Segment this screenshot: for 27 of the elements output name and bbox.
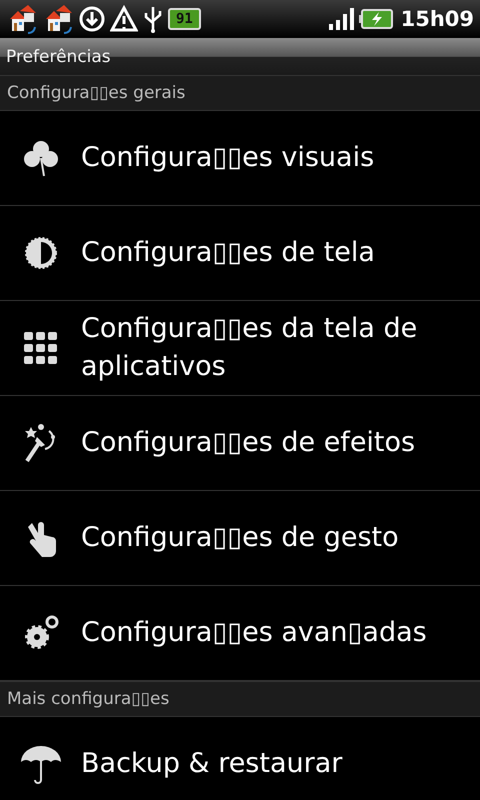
settings-item[interactable]: Configura▯▯es de gesto — [0, 491, 480, 586]
settings-item[interactable]: Configura▯▯es de efeitos — [0, 396, 480, 491]
window-title: Preferências — [6, 46, 111, 66]
download-icon — [78, 5, 106, 33]
item-label: Configura▯▯es de efeitos — [81, 426, 416, 460]
clock: 15h09 — [400, 7, 474, 31]
usb-icon — [142, 5, 164, 33]
warning-icon — [110, 5, 138, 33]
section-header: Mais configura▯▯es — [0, 681, 480, 717]
settings-item[interactable]: Configura▯▯es de tela — [0, 206, 480, 301]
item-label: Backup & restaurar — [81, 747, 344, 781]
umbrella-icon — [20, 744, 62, 784]
gears-icon — [22, 615, 58, 651]
item-label: Configura▯▯es visuais — [81, 141, 376, 175]
battery-charging-icon — [358, 9, 393, 29]
settings-item[interactable]: Configura▯▯es visuais — [0, 111, 480, 206]
item-label: Configura▯▯es de tela — [81, 236, 376, 270]
battery-widget: 91 — [168, 8, 201, 30]
settings-item[interactable]: Configura▯▯es da tela de aplicativos — [0, 301, 480, 396]
signal-icon — [328, 8, 355, 30]
item-label: Configura▯▯es avan▯adas — [81, 616, 428, 650]
item-label: Configura▯▯es da tela de aplicativos — [81, 312, 418, 384]
grid-icon — [24, 332, 58, 364]
brightness-icon — [24, 236, 58, 270]
item-label: Configura▯▯es de gesto — [81, 521, 400, 555]
section-header: Configura▯▯es gerais — [0, 75, 480, 111]
settings-item[interactable]: Backup & restaurar — [0, 717, 480, 800]
